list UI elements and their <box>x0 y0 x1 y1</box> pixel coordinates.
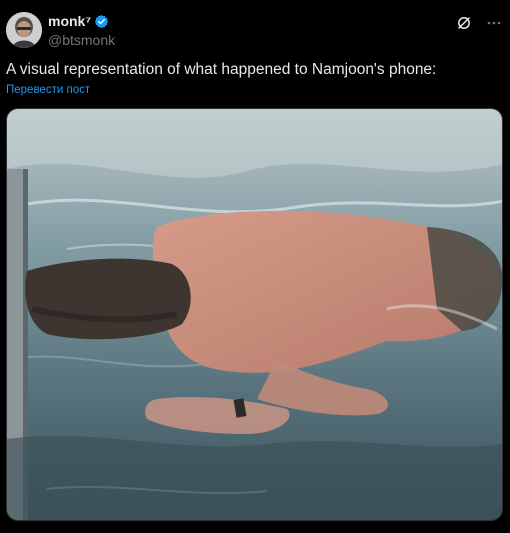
header-actions <box>456 15 502 31</box>
translate-post-link[interactable]: Перевести пост <box>6 83 90 97</box>
tweet-header: monk⁷ @btsmonk <box>6 10 502 50</box>
avatar[interactable] <box>6 12 42 48</box>
more-options-icon[interactable] <box>486 15 502 31</box>
author-names: monk⁷ @btsmonk <box>48 10 115 50</box>
verified-badge-icon <box>94 14 109 29</box>
name-row: monk⁷ <box>48 12 115 31</box>
avatar-photo-icon <box>6 12 42 48</box>
author-handle[interactable]: @btsmonk <box>48 31 115 49</box>
pool-video-still-icon <box>7 109 502 520</box>
tweet-text: A visual representation of what happened… <box>6 61 437 78</box>
tweet-card: monk⁷ @btsmonk A visual representation o… <box>0 0 510 533</box>
display-name[interactable]: monk⁷ <box>48 13 91 29</box>
tweet-media-video[interactable] <box>6 108 503 521</box>
grok-icon[interactable] <box>456 15 472 31</box>
